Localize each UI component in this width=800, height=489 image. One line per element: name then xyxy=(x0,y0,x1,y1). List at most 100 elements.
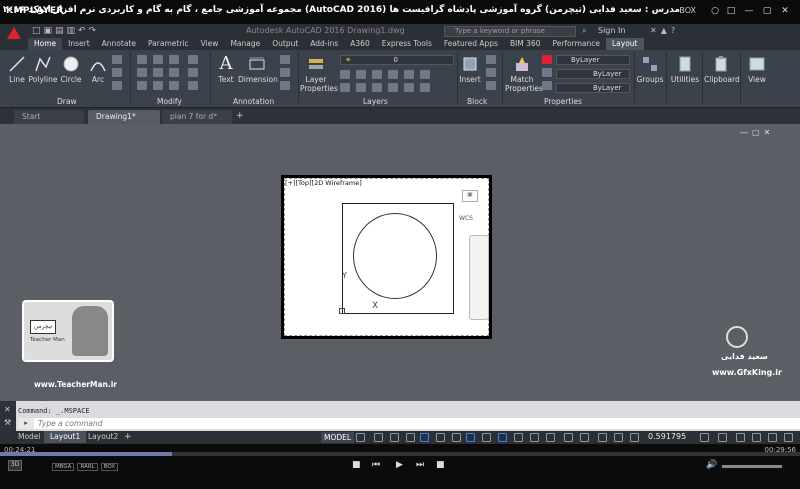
annotation-visibility-icon[interactable] xyxy=(598,433,607,442)
tab-addins[interactable]: Add-ins xyxy=(304,38,344,50)
markup-icon[interactable] xyxy=(280,81,290,90)
mirror-icon[interactable] xyxy=(153,68,163,77)
tab-performance[interactable]: Performance xyxy=(546,38,606,50)
table-icon[interactable] xyxy=(280,68,290,77)
color-dropdown[interactable]: ByLayer xyxy=(556,55,630,65)
layer-dropdown[interactable]: ☀ 0 xyxy=(340,55,454,65)
tab-view[interactable]: View xyxy=(195,38,225,50)
tab-home[interactable]: Home xyxy=(28,38,63,50)
otrack-icon[interactable] xyxy=(466,433,475,442)
layer-tool-icon[interactable] xyxy=(372,70,382,79)
badge[interactable]: RARL xyxy=(77,463,98,471)
layout-tab-model[interactable]: Model xyxy=(12,431,47,443)
tab-insert[interactable]: Insert xyxy=(62,38,96,50)
isolate-objects-icon[interactable] xyxy=(752,433,761,442)
play-icon[interactable]: ▶ xyxy=(396,460,403,470)
layer-tool-icon[interactable] xyxy=(356,83,366,92)
layer-tool-icon[interactable] xyxy=(420,83,430,92)
groups-button[interactable]: Groups xyxy=(636,55,664,84)
dimension-button[interactable]: Dimension xyxy=(238,55,278,84)
tab-layout[interactable]: Layout xyxy=(606,38,644,50)
draw-panel-label[interactable]: Draw xyxy=(57,97,77,106)
layer-tool-icon[interactable] xyxy=(356,70,366,79)
linetype-icon[interactable] xyxy=(542,81,552,90)
match-properties-button[interactable]: Match Properties xyxy=(505,55,543,93)
eject-icon[interactable]: ■ xyxy=(436,460,445,470)
file-tab-plan7[interactable]: plan 7 for d* xyxy=(162,110,232,124)
grid-icon[interactable] xyxy=(356,433,365,442)
block-attribute-icon[interactable] xyxy=(486,81,496,90)
array-icon[interactable] xyxy=(169,81,179,90)
edit-block-icon[interactable] xyxy=(486,68,496,77)
clipboard-button[interactable]: Clipboard xyxy=(704,55,740,84)
selection-cycling-icon[interactable] xyxy=(514,433,523,442)
properties-panel-label[interactable]: Properties xyxy=(544,97,582,106)
gizmo-icon[interactable] xyxy=(580,433,589,442)
create-block-icon[interactable] xyxy=(486,55,496,64)
tab-featured-apps[interactable]: Featured Apps xyxy=(438,38,504,50)
help-icon[interactable]: ✕▲? xyxy=(650,26,679,35)
trim-icon[interactable] xyxy=(169,55,179,64)
model-space-button[interactable]: MODEL xyxy=(321,432,355,443)
layout-tab-layout1[interactable]: Layout1 xyxy=(44,431,87,443)
wcs-menu[interactable]: WCS xyxy=(459,215,473,222)
minimize-icon[interactable]: — xyxy=(742,6,756,18)
search-input[interactable]: Type a keyword or phrase xyxy=(444,26,576,37)
layer-tool-icon[interactable] xyxy=(340,70,350,79)
layout-tab-layout2[interactable]: Layout2 xyxy=(82,431,124,443)
3dosnap-icon[interactable] xyxy=(530,433,539,442)
layer-properties-button[interactable]: Layer Properties xyxy=(300,55,338,93)
infer-icon[interactable] xyxy=(390,433,399,442)
next-icon[interactable]: ⏭ xyxy=(416,460,424,470)
prev-icon[interactable]: ⏮ xyxy=(372,460,380,470)
close-command-icon[interactable]: ✕ xyxy=(4,405,11,414)
customization-icon[interactable] xyxy=(784,433,793,442)
osnap-icon[interactable] xyxy=(452,433,461,442)
block-panel-label[interactable]: Block xyxy=(467,97,487,106)
autocad-app-button[interactable] xyxy=(0,24,28,50)
maximize-icon[interactable]: ▢ xyxy=(760,6,774,18)
lineweight-dropdown[interactable]: ByLayer xyxy=(556,69,630,79)
workspace-icon[interactable] xyxy=(700,433,709,442)
annotation-monitor-icon[interactable] xyxy=(718,433,727,442)
circle-button[interactable]: Circle xyxy=(60,55,82,84)
copy-icon[interactable] xyxy=(137,68,147,77)
leader-icon[interactable] xyxy=(280,55,290,64)
draw-tool-icon[interactable] xyxy=(112,81,122,90)
lineweight-icon[interactable] xyxy=(542,68,552,77)
snap-icon[interactable] xyxy=(374,433,383,442)
signin-button[interactable]: Sign In xyxy=(598,26,625,35)
dynamic-ucs-icon[interactable] xyxy=(546,433,555,442)
line-button[interactable]: Line xyxy=(6,55,28,84)
tab-annotate[interactable]: Annotate xyxy=(96,38,142,50)
isodraft-icon[interactable] xyxy=(436,433,445,442)
tab-a360[interactable]: A360 xyxy=(344,38,375,50)
color-icon[interactable] xyxy=(542,55,552,64)
selection-filter-icon[interactable] xyxy=(564,433,573,442)
offset-icon[interactable] xyxy=(188,81,198,90)
view-cube[interactable]: ▣ xyxy=(462,190,478,202)
file-tab-start[interactable]: Start xyxy=(14,110,84,124)
viewport-label[interactable]: [+][Top][2D Wireframe] xyxy=(285,179,362,187)
stretch-icon[interactable] xyxy=(137,81,147,90)
tab-parametric[interactable]: Parametric xyxy=(142,38,195,50)
window-controls[interactable]: —▢✕ xyxy=(740,128,774,137)
file-tab-drawing1[interactable]: Drawing1* xyxy=(88,110,160,124)
navigation-bar[interactable] xyxy=(469,235,489,320)
auto-scale-icon[interactable] xyxy=(614,433,623,442)
layer-tool-icon[interactable] xyxy=(404,70,414,79)
fillet-icon[interactable] xyxy=(169,68,179,77)
layer-tool-icon[interactable] xyxy=(388,83,398,92)
erase-icon[interactable] xyxy=(188,55,198,64)
scale-value[interactable]: 0.591795 xyxy=(648,432,686,441)
close-icon[interactable]: ✕ xyxy=(778,6,792,18)
insert-button[interactable]: Insert xyxy=(459,55,481,84)
draw-tool-icon[interactable] xyxy=(112,55,122,64)
scale-icon[interactable] xyxy=(153,81,163,90)
layer-tool-icon[interactable] xyxy=(340,83,350,92)
move-icon[interactable] xyxy=(137,55,147,64)
layer-tool-icon[interactable] xyxy=(372,83,382,92)
pin-icon[interactable]: ○ xyxy=(708,6,722,18)
view-button[interactable]: View xyxy=(744,55,770,84)
transparency-icon[interactable] xyxy=(498,433,507,442)
